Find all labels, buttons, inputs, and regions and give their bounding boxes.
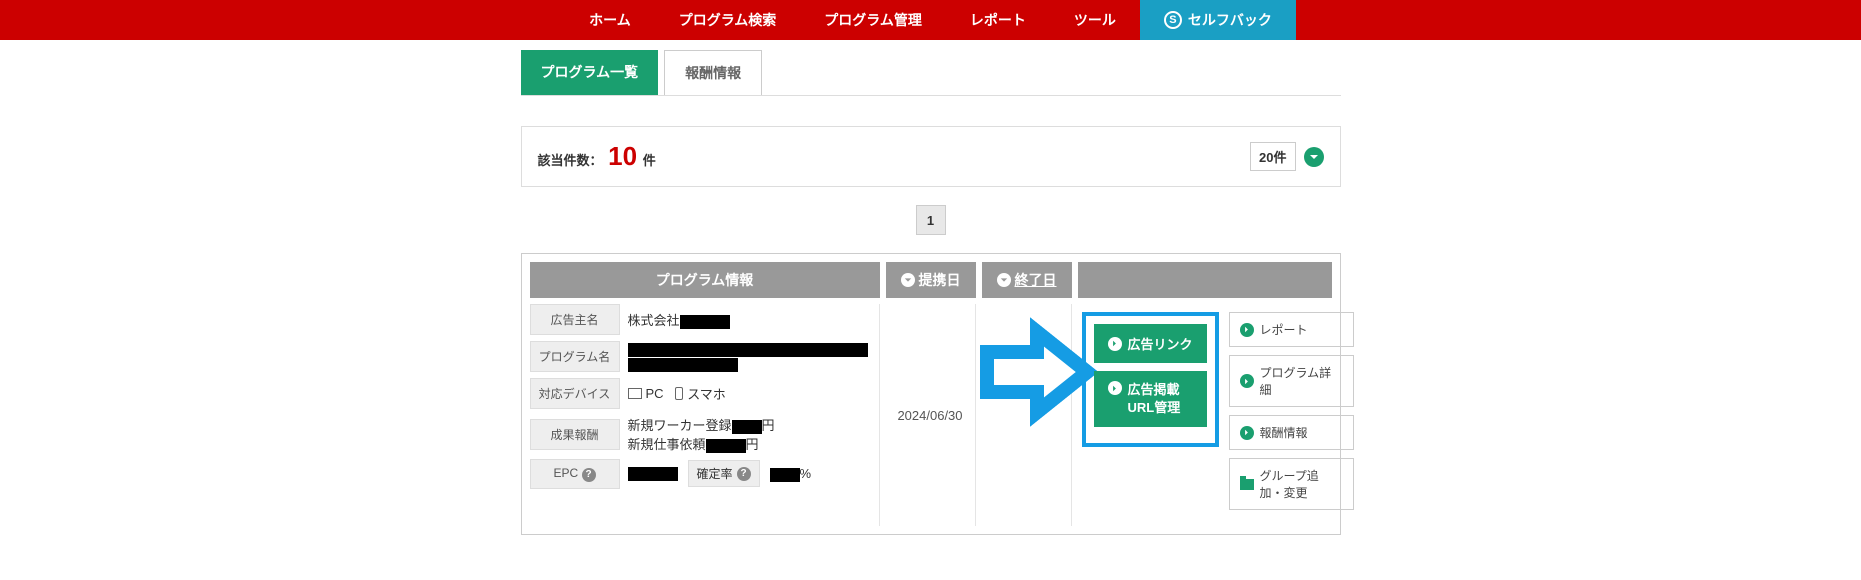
per-page-select[interactable]: 20件 (1250, 142, 1295, 171)
tab-reward-info[interactable]: 報酬情報 (664, 50, 762, 95)
pc-icon (628, 388, 642, 399)
per-page-chevron-icon[interactable] (1304, 147, 1324, 167)
arrow-right-icon (1240, 426, 1254, 440)
header-partner-date[interactable]: 提携日 (886, 262, 976, 298)
header-end-date[interactable]: 終了日 (982, 262, 1072, 298)
value-program-name (620, 341, 873, 372)
help-icon[interactable]: ? (737, 467, 751, 481)
program-detail-button[interactable]: プログラム詳細 (1229, 355, 1354, 407)
label-advertiser: 広告主名 (530, 304, 620, 335)
selfback-icon: S (1164, 11, 1182, 29)
nav-program-manage[interactable]: プログラム管理 (800, 0, 946, 40)
redacted (732, 420, 762, 434)
label-reward: 成果報酬 (530, 419, 620, 450)
nav-home[interactable]: ホーム (565, 0, 655, 40)
nav-report[interactable]: レポート (946, 0, 1050, 40)
page-1-button[interactable]: 1 (916, 205, 946, 235)
value-device: PC スマホ (620, 384, 873, 403)
arrow-right-icon (1108, 381, 1122, 395)
redacted (770, 468, 800, 482)
tab-program-list[interactable]: プログラム一覧 (521, 50, 659, 95)
label-epc: EPC ? (530, 459, 620, 489)
report-button[interactable]: レポート (1229, 312, 1354, 347)
tabs: プログラム一覧 報酬情報 (521, 50, 1341, 96)
program-table: プログラム情報 提携日 終了日 広告主名 株式会社 プログラム名 (521, 253, 1341, 535)
redacted (628, 467, 678, 481)
ad-link-button[interactable]: 広告リンク (1094, 324, 1207, 363)
pager: 1 (521, 205, 1341, 235)
highlight-box: 広告リンク 広告掲載URL管理 (1082, 312, 1219, 447)
label-device: 対応デバイス (530, 378, 620, 409)
value-epc: 確定率 ? % (620, 460, 873, 487)
value-partner-date: 2024/06/30 (886, 304, 976, 526)
smartphone-icon (675, 387, 683, 400)
chevron-down-icon (901, 273, 915, 287)
label-program-name: プログラム名 (530, 341, 620, 372)
url-manage-button[interactable]: 広告掲載URL管理 (1094, 371, 1207, 427)
header-actions (1078, 262, 1332, 298)
count-suffix: 件 (643, 153, 656, 168)
redacted (628, 343, 868, 357)
nav-selfback[interactable]: S セルフバック (1140, 0, 1296, 40)
chevron-down-icon (997, 273, 1011, 287)
value-reward: 新規ワーカー登録円 新規仕事依頼円 (620, 415, 873, 453)
nav-program-search[interactable]: プログラム検索 (655, 0, 801, 40)
folder-icon (1240, 479, 1254, 490)
help-icon[interactable]: ? (582, 468, 596, 482)
redacted (628, 358, 738, 372)
arrow-right-icon (1240, 374, 1254, 388)
value-end-date (982, 304, 1072, 526)
arrow-right-icon (1240, 323, 1254, 337)
count-bar: 該当件数： 10 件 20件 (521, 126, 1341, 187)
label-fixed-rate: 確定率 ? (688, 460, 760, 487)
header-program-info: プログラム情報 (530, 262, 880, 298)
count-label: 該当件数： (538, 153, 603, 168)
redacted (706, 439, 746, 453)
top-nav: ホーム プログラム検索 プログラム管理 レポート ツール S セルフバック (0, 0, 1861, 40)
group-edit-button[interactable]: グループ追加・変更 (1229, 458, 1354, 510)
count-value: 10 (608, 141, 637, 171)
value-advertiser: 株式会社 (620, 310, 873, 329)
reward-info-button[interactable]: 報酬情報 (1229, 415, 1354, 450)
arrow-right-icon (1108, 337, 1122, 351)
redacted (680, 315, 730, 329)
program-row: 広告主名 株式会社 プログラム名 対応デバイス PC (530, 304, 1332, 526)
nav-tool[interactable]: ツール (1050, 0, 1140, 40)
